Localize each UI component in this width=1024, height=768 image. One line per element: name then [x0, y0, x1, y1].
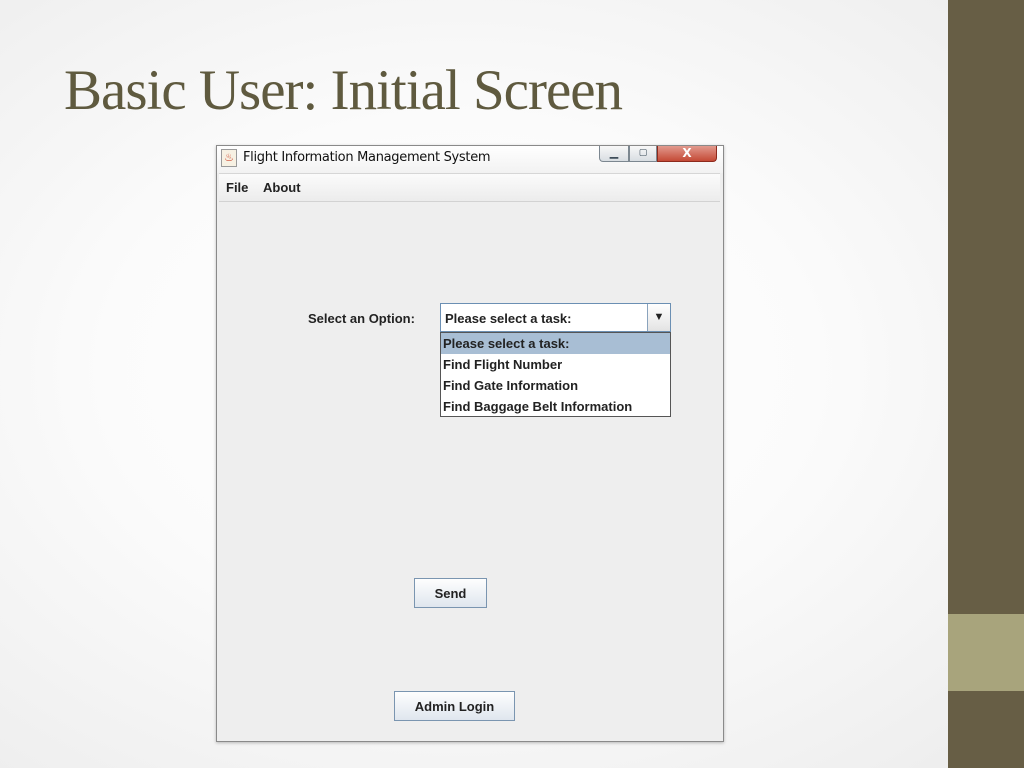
dropdown-option-find-gate-information[interactable]: Find Gate Information: [441, 375, 670, 396]
window-titlebar[interactable]: ♨ Flight Information Management System ▁…: [217, 146, 723, 173]
slide-title: Basic User: Initial Screen: [64, 59, 623, 122]
menu-item-about[interactable]: About: [263, 180, 301, 195]
side-decoration-accent: [948, 614, 1024, 691]
minimize-button[interactable]: ▁: [599, 146, 629, 162]
menu-bar: File About: [219, 173, 720, 202]
menu-item-file[interactable]: File: [226, 180, 248, 195]
task-select-value: Please select a task:: [445, 311, 572, 326]
close-button[interactable]: X: [657, 146, 717, 162]
task-dropdown-list: Please select a task: Find Flight Number…: [440, 332, 671, 417]
select-option-label: Select an Option:: [308, 311, 415, 326]
task-select-combobox[interactable]: Please select a task: ▼: [440, 303, 671, 332]
admin-login-button[interactable]: Admin Login: [394, 691, 515, 721]
java-coffee-icon: ♨: [221, 149, 237, 167]
window-title: Flight Information Management System: [243, 150, 491, 165]
maximize-button[interactable]: ▢: [629, 146, 657, 162]
dropdown-option-find-baggage-belt[interactable]: Find Baggage Belt Information: [441, 396, 670, 417]
dropdown-option-find-flight-number[interactable]: Find Flight Number: [441, 354, 670, 375]
dropdown-option-please-select[interactable]: Please select a task:: [441, 333, 670, 354]
dropdown-arrow-icon[interactable]: ▼: [647, 304, 670, 331]
app-window: ♨ Flight Information Management System ▁…: [216, 145, 724, 742]
send-button[interactable]: Send: [414, 578, 487, 608]
